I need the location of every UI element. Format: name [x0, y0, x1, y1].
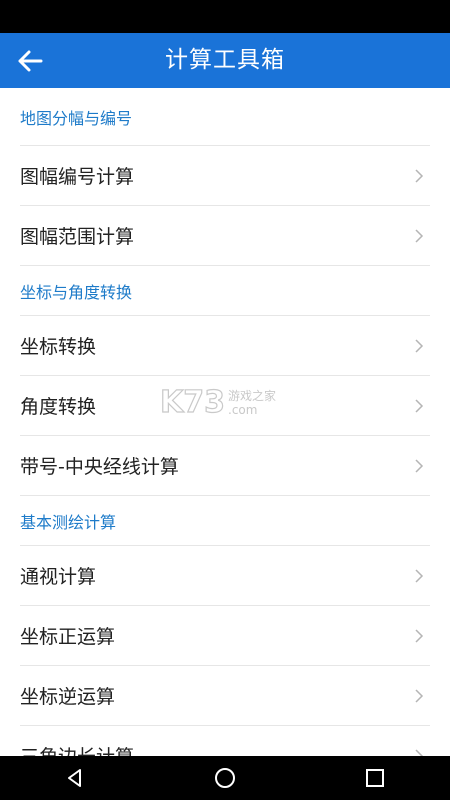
list-item-label: 通视计算 — [20, 566, 97, 588]
list-item-label: 图幅范围计算 — [20, 226, 135, 248]
section-header: 地图分幅与编号 — [20, 88, 430, 146]
chevron-right-icon — [412, 746, 426, 756]
circle-home-icon — [215, 768, 235, 788]
list-item-label: 三角边长计算 — [20, 742, 134, 756]
list-item-label: 图幅编号计算 — [20, 166, 135, 188]
list-item-angle-conversion[interactable]: 角度转换 — [20, 376, 430, 436]
chevron-right-icon — [412, 396, 426, 416]
chevron-right-icon — [412, 226, 426, 246]
list-item-zone-meridian[interactable]: 带号-中央经线计算 — [20, 436, 430, 496]
chevron-right-icon — [412, 566, 426, 586]
chevron-right-icon — [412, 456, 426, 476]
list-item-coordinate-conversion[interactable]: 坐标转换 — [20, 316, 430, 376]
list-item-forward-calc[interactable]: 坐标正运算 — [20, 606, 430, 666]
page-title: 计算工具箱 — [165, 47, 285, 73]
status-bar — [0, 0, 450, 33]
section-header: 基本测绘计算 — [20, 496, 430, 546]
chevron-right-icon — [412, 166, 426, 186]
back-nav-button[interactable] — [55, 758, 95, 798]
list-item-label: 坐标逆运算 — [20, 686, 116, 708]
system-nav-bar — [0, 756, 450, 800]
list-item-label: 带号-中央经线计算 — [20, 456, 179, 478]
chevron-right-icon — [412, 686, 426, 706]
square-recents-icon — [366, 769, 384, 787]
list-item-label: 坐标转换 — [20, 336, 97, 358]
list-item-map-sheet-range[interactable]: 图幅范围计算 — [20, 206, 430, 266]
list-item-visibility[interactable]: 通视计算 — [20, 546, 430, 606]
list-item-label: 角度转换 — [20, 396, 97, 418]
home-nav-button[interactable] — [205, 758, 245, 798]
section-header: 坐标与角度转换 — [20, 266, 430, 316]
chevron-right-icon — [412, 626, 426, 646]
recents-nav-button[interactable] — [355, 758, 395, 798]
list-item-map-sheet-number[interactable]: 图幅编号计算 — [20, 146, 430, 206]
list-item-label: 坐标正运算 — [20, 626, 116, 648]
list-item-triangle-side[interactable]: 三角边长计算 — [20, 726, 430, 756]
app-bar: 计算工具箱 — [0, 33, 450, 88]
chevron-right-icon — [412, 336, 426, 356]
list-item-inverse-calc[interactable]: 坐标逆运算 — [20, 666, 430, 726]
tool-list[interactable]: 地图分幅与编号 图幅编号计算 图幅范围计算 坐标与角度转换 坐标转换 角度转换 … — [0, 88, 450, 756]
triangle-back-icon — [68, 769, 81, 787]
